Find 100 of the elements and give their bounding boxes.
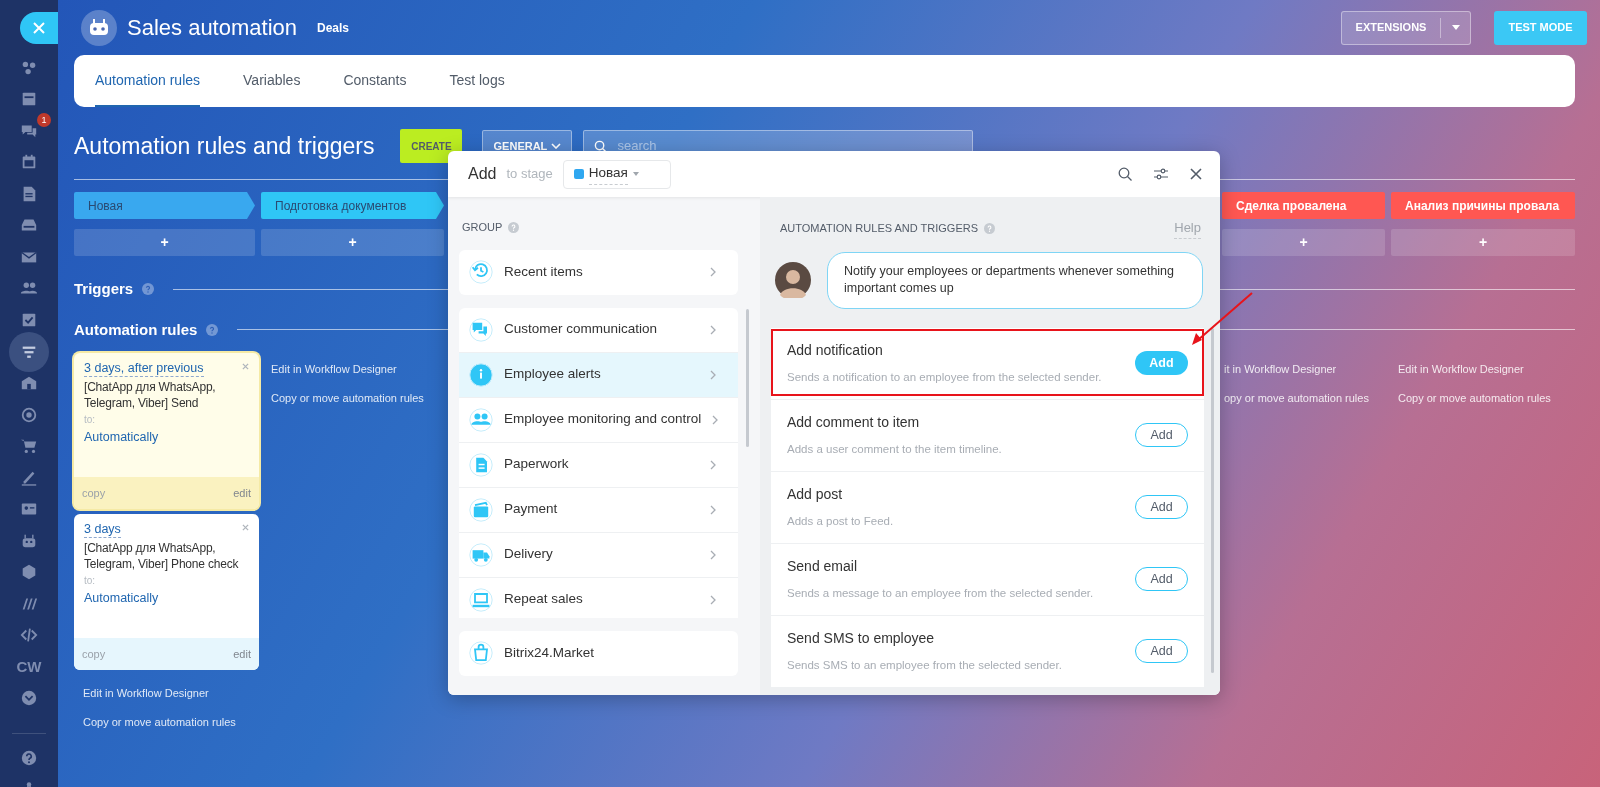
robot-icon [81,9,117,46]
bag-icon [469,641,493,665]
link[interactable]: Edit in Workflow Designer [271,361,424,378]
chevron-right-icon [710,267,716,277]
group-item[interactable]: Employee monitoring and control [459,397,738,443]
box-icon [20,563,38,582]
group-item[interactable]: Employee alerts [459,352,738,398]
section-label: Triggers [74,279,134,299]
close-icon[interactable] [1190,168,1202,180]
scrollbar[interactable] [1211,327,1214,673]
stage-dropdown[interactable]: Новая [562,159,671,189]
section-heading: Automation rules and triggers [74,131,375,161]
action-description: Sends a message to an employee from the selected sender. [787,585,1095,601]
remove-icon[interactable] [242,524,249,531]
tab[interactable]: Test logs [449,55,505,107]
add-stage-rule-button[interactable]: + [261,229,444,256]
extensions-button[interactable]: EXTENSIONS [1341,10,1471,45]
column-heading: AUTOMATION RULES AND TRIGGERS [780,221,979,236]
tip-bubble: Notify your employees or departments whenever something important comes up [827,251,1203,309]
chevron-down-icon [551,143,562,149]
group-item[interactable]: Repeat sales [459,577,738,618]
add-stage-rule-button[interactable]: + [1222,229,1385,256]
delay-link[interactable]: 3 days [84,522,121,538]
action-title: Add comment to item [787,412,921,432]
page-subtitle: Deals [317,19,350,37]
caret-icon [1451,25,1460,30]
rule-title: [ChatApp для WhatsApp, Telegram, Viber] Send [84,379,217,411]
action-description: Sends SMS to an employee from the selected sender. [787,657,1063,673]
link[interactable]: it in Workflow Designer [1224,361,1385,378]
responsible-link[interactable]: Automatically [84,428,159,447]
link[interactable]: Copy or move automation rules [83,713,259,730]
stage-label: Анализ причины провала [1391,192,1575,219]
create-button[interactable]: CREATE [400,129,463,163]
rule-card[interactable]: 3 days, after previous [ChatApp для WhatsApp, Telegram, Viber] Send to: Automatically copy edit [74,353,259,509]
add-button[interactable]: Add [1135,567,1188,591]
chevron-right-icon [710,459,716,470]
group-item[interactable]: Paperwork [459,442,738,488]
help-icon [984,222,996,234]
stage-caption: to stage [506,165,553,184]
truck-icon [469,542,493,567]
pointer-arrow-shape [1192,292,1253,345]
action-item[interactable]: Add comment to item Adds a user comment to the item timeline. Add [771,399,1204,471]
settings-icon[interactable] [1154,168,1168,180]
chevron-right-icon [710,324,716,335]
avatar [775,262,811,298]
add-stage-rule-button[interactable]: + [74,229,255,256]
group-item[interactable]: Customer communication [459,307,738,353]
action-description: Adds a post to Feed. [787,513,895,529]
sidebar-item[interactable] [9,331,49,372]
chevron-right-icon [710,504,716,515]
action-title: Send SMS to employee [787,628,936,648]
link[interactable]: Copy or move automation rules [271,389,424,406]
close-icon [33,22,45,34]
link[interactable]: Edit in Workflow Designer [83,685,259,702]
group-item[interactable]: Payment [459,487,738,533]
document-icon [469,452,493,477]
sidebar-item[interactable]: 1 [9,115,49,147]
responsible-link[interactable]: Automatically [84,589,159,608]
close-button[interactable] [20,12,58,44]
add-button[interactable]: Add [1135,495,1188,519]
caret-icon [632,172,639,176]
add-button[interactable]: Add [1135,639,1188,663]
edit-link[interactable]: edit [233,484,251,502]
sidebar-item[interactable]: CW [9,651,49,683]
tab[interactable]: Automation rules [95,55,201,107]
help-icon [206,323,219,336]
delay-link[interactable]: 3 days, after previous [84,361,204,377]
laptop-icon [469,587,493,612]
scrollbar[interactable] [746,308,749,447]
field-label: to: [84,413,96,427]
group-item[interactable]: Delivery [459,532,738,578]
tab[interactable]: Variables [243,55,301,107]
chevron-right-icon [712,414,719,425]
action-item[interactable]: Add notification Sends a notification to an employee from the selected sender. Add [771,327,1204,399]
rule-card[interactable]: 3 days [ChatApp для WhatsApp, Telegram, Viber] Phone check to: Automatically copy edit [74,514,259,670]
edit-link[interactable]: edit [233,645,251,663]
remove-icon[interactable] [242,363,249,370]
chevron-right-icon [710,549,716,560]
action-title: Send email [787,556,859,576]
group-item[interactable]: Bitrix24.Market [459,630,738,676]
action-item[interactable]: Add post Adds a post to Feed. Add [771,471,1204,543]
field-label: to: [84,574,96,588]
action-item[interactable]: Send SMS to employee Sends SMS to an employee from the selected sender. Add [771,615,1204,687]
add-button[interactable]: Add [1135,423,1188,447]
section-label: Automation rules [74,319,198,340]
column-heading: GROUP [462,220,503,235]
chevron-right-icon [710,369,716,380]
help-icon [20,748,38,767]
link[interactable]: opy or move automation rules [1224,389,1385,406]
chevron-right-icon [710,594,716,605]
action-title: Add post [787,484,844,504]
search-icon[interactable] [1118,167,1132,181]
group-item[interactable]: Recent items [459,249,738,295]
stage-label: Сделка провалена [1222,192,1385,219]
tab[interactable]: Constants [343,55,407,107]
link[interactable]: Copy or move automation rules [1398,389,1575,406]
action-item[interactable]: Send email Sends a message to an employee from the selected sender. Add [771,543,1204,615]
link[interactable]: Edit in Workflow Designer [1398,361,1575,378]
notification-badge: 1 [37,113,51,127]
info-icon [469,362,493,387]
